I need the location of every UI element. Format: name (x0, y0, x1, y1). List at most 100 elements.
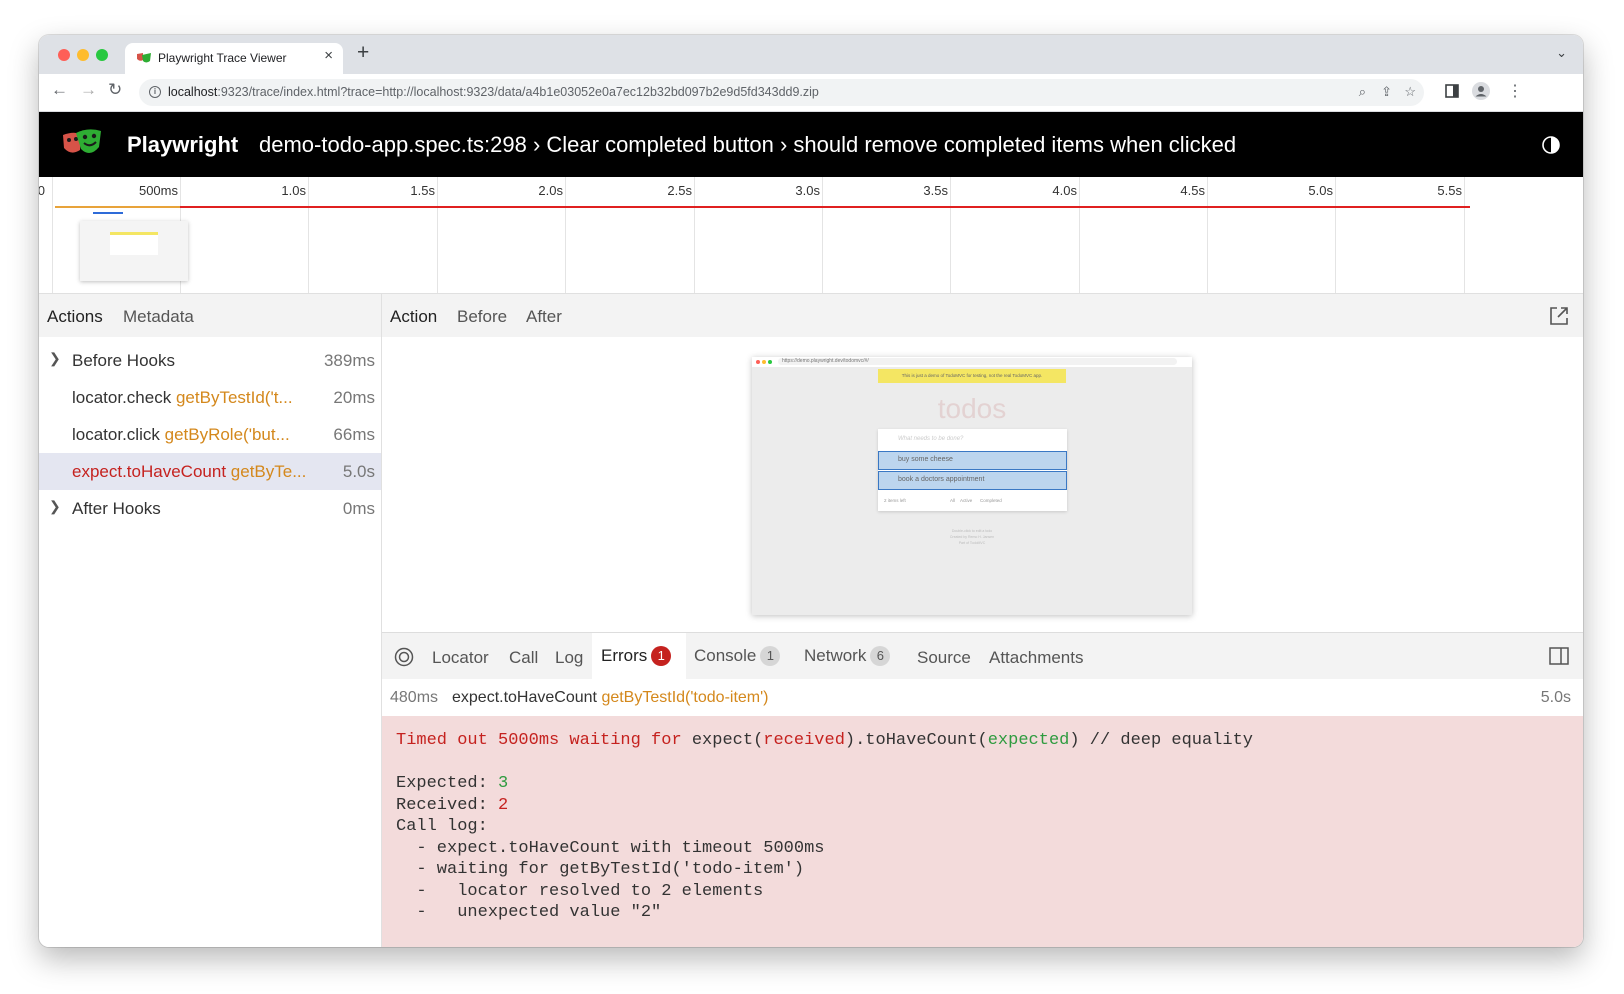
timeline-tick-label: 1.0s (281, 183, 306, 198)
minimize-window-button[interactable] (77, 49, 89, 61)
actions-sidebar: Actions Metadata ❯ Before Hooks 389ms lo… (39, 294, 382, 947)
console-count-badge: 1 (760, 646, 781, 666)
tab-errors[interactable]: Errors 1 (601, 646, 672, 666)
reload-icon[interactable]: ↻ (108, 80, 122, 100)
open-external-icon[interactable] (1549, 306, 1569, 326)
close-window-button[interactable] (58, 49, 70, 61)
tab-title: Playwright Trace Viewer (158, 51, 287, 65)
timeline-gridline (694, 177, 695, 293)
snapshot-todo-item: buy some cheese (878, 451, 1067, 470)
sidebar-tabbar: Actions Metadata (39, 294, 381, 337)
pick-locator-icon[interactable] (394, 647, 414, 667)
snapshot-title: todos (937, 393, 1007, 424)
app-title: Playwright (127, 132, 239, 157)
snapshot-info-line: Created by Remo H. Jansen (949, 535, 995, 539)
playwright-logo-icon (63, 129, 101, 154)
timeline-gridline (1207, 177, 1208, 293)
timeline-gridline (437, 177, 438, 293)
action-duration: 389ms (323, 351, 375, 370)
snapshot-dot (768, 360, 772, 364)
more-options-icon[interactable]: ⋮ (1507, 81, 1523, 101)
error-time: 480ms (390, 689, 439, 706)
test-title: demo-todo-app.spec.ts:298 › Clear comple… (259, 132, 1237, 157)
tab-console[interactable]: Console 1 (694, 646, 781, 666)
snapshot-dot (756, 360, 760, 364)
snapshot-browser-bar: https://demo.playwright.dev/todomvc/#/ (752, 357, 1192, 367)
action-row[interactable]: ❯ After Hooks 0ms (39, 490, 381, 527)
error-action-header: 480ms expect.toHaveCount getByTestId('to… (382, 679, 1583, 716)
back-arrow-icon[interactable]: ← (51, 80, 68, 100)
timeline-gridline (1464, 177, 1465, 293)
error-action: expect.toHaveCount getByTestId('todo-ite… (452, 689, 769, 706)
tab-source[interactable]: Source (917, 648, 971, 668)
timeline-gridline (950, 177, 951, 293)
timeline-hooks-bar[interactable] (55, 206, 180, 208)
tab-locator[interactable]: Locator (432, 648, 489, 668)
tab-network[interactable]: Network 6 (804, 646, 891, 666)
action-duration: 5.0s (342, 462, 375, 481)
zoom-icon[interactable]: ⌕ (1359, 84, 1366, 100)
address-bar[interactable]: i localhost:9323/trace/index.html?trace=… (139, 79, 1424, 106)
action-name: locator.check getByTestId('t... (72, 388, 293, 407)
errors-count-badge: 1 (651, 646, 672, 666)
snapshot-dot (762, 360, 766, 364)
tab-metadata[interactable]: Metadata (123, 307, 194, 327)
playwright-favicon-icon (137, 53, 151, 63)
chevron-right-icon[interactable]: ❯ (49, 498, 61, 515)
error-message-box: Timed out 5000ms waiting for expect(rece… (382, 716, 1583, 947)
snapshot-banner: This is just a demo of TodoMVC for testi… (878, 369, 1066, 383)
timeline-tick-label: 4.5s (1180, 183, 1205, 198)
action-name: expect.toHaveCount getByTe... (72, 462, 307, 481)
action-row[interactable]: locator.check getByTestId('t... 20ms (39, 379, 381, 416)
tab-action[interactable]: Action (390, 307, 437, 327)
playwright-header: Playwright demo-todo-app.spec.ts:298 › C… (39, 112, 1583, 177)
bookmark-star-icon[interactable]: ☆ (1404, 84, 1416, 100)
action-duration: 66ms (333, 425, 375, 444)
timeline-screenshot-thumbnail[interactable] (80, 221, 188, 281)
tab-actions[interactable]: Actions (47, 307, 103, 327)
snapshot-tabbar: Action Before After (382, 294, 1583, 337)
snapshot-area: https://demo.playwright.dev/todomvc/#/ T… (382, 337, 1583, 633)
details-tabbar: Locator Call Log Errors 1 Console 1 Networ… (382, 633, 1583, 679)
action-duration: 20ms (333, 388, 375, 407)
site-info-icon[interactable]: i (149, 86, 161, 98)
error-duration: 5.0s (1540, 689, 1571, 706)
timeline-error-bar[interactable] (55, 206, 1470, 208)
close-tab-icon[interactable]: × (324, 47, 333, 64)
timeline-gridline (565, 177, 566, 293)
toggle-sidebar-icon[interactable] (1549, 647, 1569, 665)
tab-after[interactable]: After (526, 307, 562, 327)
new-tab-button[interactable]: + (357, 41, 369, 65)
snapshot-todo-item: book a doctors appointment (878, 471, 1067, 490)
timeline-action-bar[interactable] (93, 212, 123, 214)
action-row[interactable]: ❯ Before Hooks 389ms (39, 342, 381, 379)
forward-arrow-icon[interactable]: → (80, 80, 97, 100)
tab-log[interactable]: Log (555, 648, 583, 668)
snapshot-footer: 2 items left All Active Completed (884, 498, 1002, 503)
timeline-tick-label: 3.0s (795, 183, 820, 198)
timeline-gridline (1079, 177, 1080, 293)
chevron-down-icon[interactable]: ⌄ (1556, 45, 1567, 61)
tab-before[interactable]: Before (457, 307, 507, 327)
error-message: Timed out 5000ms waiting for expect(rece… (396, 731, 1253, 922)
theme-toggle-icon[interactable] (1542, 136, 1560, 154)
share-icon[interactable]: ⇪ (1381, 84, 1392, 100)
action-row-selected[interactable]: expect.toHaveCount getByTe... 5.0s (39, 453, 381, 490)
timeline[interactable]: 0 500ms 1.0s 1.5s 2.0s 2.5s 3.0s 3.5s 4.… (39, 177, 1583, 294)
timeline-tick-label: 1.5s (410, 183, 435, 198)
maximize-window-button[interactable] (96, 49, 108, 61)
action-row[interactable]: locator.click getByRole('but... 66ms (39, 416, 381, 453)
action-duration: 0ms (342, 499, 375, 518)
snapshot-url: https://demo.playwright.dev/todomvc/#/ (778, 358, 1177, 365)
tab-attachments[interactable]: Attachments (989, 648, 1084, 668)
profile-avatar-icon[interactable] (1472, 82, 1490, 100)
timeline-tick-label: 2.5s (667, 183, 692, 198)
chevron-right-icon[interactable]: ❯ (49, 350, 61, 367)
side-panel-icon[interactable] (1445, 84, 1459, 98)
page-snapshot[interactable]: https://demo.playwright.dev/todomvc/#/ T… (752, 357, 1192, 615)
browser-tab[interactable]: Playwright Trace Viewer × (125, 43, 343, 74)
network-count-badge: 6 (870, 646, 891, 666)
timeline-gridline (308, 177, 309, 293)
browser-window: Playwright Trace Viewer × + ⌄ ← → ↻ i lo… (39, 35, 1583, 947)
tab-call[interactable]: Call (509, 648, 538, 668)
